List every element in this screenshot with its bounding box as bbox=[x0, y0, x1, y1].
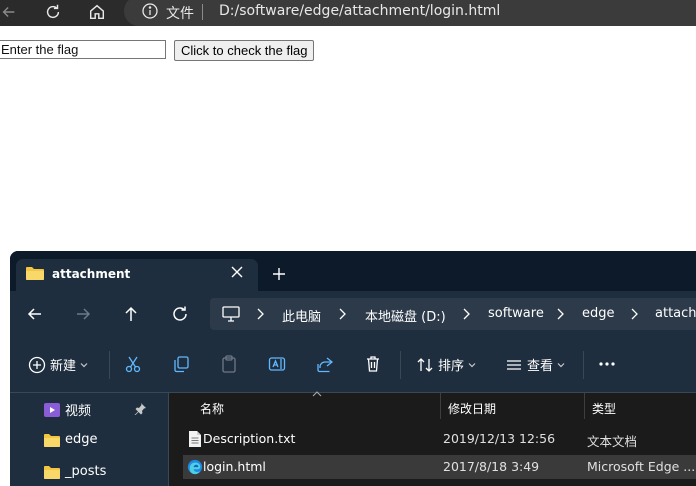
monitor-icon bbox=[222, 306, 240, 322]
clipboard-icon bbox=[222, 355, 236, 373]
copy-button[interactable] bbox=[172, 355, 190, 373]
breadcrumb-item-software[interactable]: software bbox=[488, 306, 544, 321]
chevron-up-icon bbox=[312, 391, 322, 397]
chevron-right-icon bbox=[339, 308, 346, 320]
sort-icon bbox=[417, 357, 433, 372]
pin-icon[interactable] bbox=[134, 403, 146, 415]
column-header-type[interactable]: 类型 bbox=[592, 400, 616, 417]
breadcrumb-item-edge[interactable]: edge bbox=[582, 306, 615, 321]
file-explorer-window: attachment 此电脑 本地磁盘 (D:) software edge a… bbox=[10, 251, 696, 486]
chevron-right-icon bbox=[631, 308, 638, 320]
refresh-icon bbox=[46, 4, 60, 19]
explorer-tab-strip: attachment bbox=[10, 251, 696, 291]
new-label: 新建 bbox=[50, 359, 77, 374]
refresh-button[interactable] bbox=[40, 0, 66, 24]
explorer-nav-row: 此电脑 本地磁盘 (D:) software edge attachment bbox=[10, 291, 696, 337]
more-horizontal-icon bbox=[599, 362, 615, 366]
chevron-right-icon bbox=[557, 308, 564, 320]
navigation-pane: 视频 edge _posts bbox=[10, 393, 168, 486]
file-type: Microsoft Edge ... bbox=[587, 459, 696, 474]
sort-button[interactable]: 排序 bbox=[416, 355, 476, 374]
nav-item-posts[interactable]: _posts bbox=[44, 464, 106, 479]
flag-input[interactable] bbox=[0, 40, 166, 59]
refresh-icon[interactable] bbox=[171, 305, 189, 323]
edge-html-icon bbox=[187, 459, 203, 475]
scissors-icon bbox=[125, 356, 141, 373]
address-divider bbox=[202, 4, 203, 20]
command-divider bbox=[109, 351, 110, 379]
video-folder-icon bbox=[44, 402, 60, 417]
close-icon[interactable] bbox=[230, 265, 244, 279]
more-options-button[interactable] bbox=[598, 355, 616, 373]
folder-icon bbox=[26, 267, 44, 280]
back-arrow-icon[interactable] bbox=[26, 305, 44, 323]
file-type: 文本文档 bbox=[587, 434, 638, 449]
list-view-icon bbox=[507, 359, 521, 370]
back-button[interactable] bbox=[0, 0, 22, 24]
new-button[interactable]: 新建 bbox=[28, 355, 88, 374]
chevron-down-icon bbox=[468, 362, 476, 367]
column-header-name[interactable]: 名称 bbox=[200, 400, 224, 417]
file-name: Description.txt bbox=[203, 431, 296, 446]
home-button[interactable] bbox=[84, 0, 110, 24]
command-divider bbox=[583, 351, 584, 379]
nav-item-label: 视频 bbox=[65, 404, 92, 419]
chevron-right-icon bbox=[463, 308, 470, 320]
breadcrumb-item-this-pc[interactable]: 此电脑 bbox=[282, 306, 321, 325]
folder-icon bbox=[44, 433, 60, 447]
chevron-down-icon bbox=[557, 362, 565, 367]
file-name: login.html bbox=[203, 459, 266, 474]
file-row-description[interactable]: Description.txt 2019/12/13 12:56 文本文档 bbox=[183, 427, 696, 451]
address-url[interactable]: D:/software/edge/attachment/login.html bbox=[219, 3, 500, 19]
share-icon bbox=[317, 357, 334, 373]
sort-label: 排序 bbox=[438, 359, 465, 374]
forward-arrow-icon[interactable] bbox=[74, 305, 92, 323]
file-row-login[interactable]: login.html 2017/8/18 3:49 Microsoft Edge… bbox=[183, 455, 696, 479]
share-button[interactable] bbox=[316, 355, 334, 373]
tab-attachment[interactable]: attachment bbox=[16, 259, 258, 291]
file-list: 名称 修改日期 类型 Description.txt 2019/12/13 12… bbox=[169, 391, 696, 486]
nav-item-videos[interactable]: 视频 bbox=[44, 400, 91, 419]
view-label: 查看 bbox=[527, 359, 554, 374]
view-button[interactable]: 查看 bbox=[505, 355, 565, 374]
text-file-icon bbox=[189, 431, 201, 447]
trash-icon bbox=[367, 356, 379, 372]
rename-icon bbox=[268, 357, 286, 371]
nav-item-edge[interactable]: edge bbox=[44, 432, 98, 447]
plus-icon[interactable] bbox=[272, 267, 286, 281]
explorer-command-bar: 新建 排序 查看 bbox=[10, 337, 696, 393]
delete-button[interactable] bbox=[364, 355, 382, 373]
browser-toolbar: 文件 D:/software/edge/attachment/login.htm… bbox=[0, 0, 696, 26]
up-arrow-icon[interactable] bbox=[122, 305, 140, 323]
tab-title: attachment bbox=[52, 267, 131, 281]
rename-button[interactable] bbox=[268, 355, 286, 373]
chevron-down-icon bbox=[80, 362, 88, 367]
column-divider[interactable] bbox=[440, 393, 441, 419]
nav-item-label: edge bbox=[65, 432, 98, 447]
check-flag-button[interactable]: Click to check the flag bbox=[174, 40, 315, 61]
breadcrumb-item-attachment[interactable]: attachment bbox=[655, 306, 696, 321]
breadcrumb[interactable]: 此电脑 本地磁盘 (D:) software edge attachment bbox=[210, 298, 696, 330]
info-icon[interactable] bbox=[142, 3, 158, 19]
column-header-modified[interactable]: 修改日期 bbox=[448, 400, 496, 417]
cut-button[interactable] bbox=[124, 355, 142, 373]
copy-icon bbox=[174, 356, 189, 373]
plus-circle-icon bbox=[28, 356, 46, 373]
column-divider[interactable] bbox=[584, 393, 585, 419]
nav-item-label: _posts bbox=[65, 464, 107, 479]
folder-icon bbox=[44, 465, 60, 479]
command-divider bbox=[400, 351, 401, 379]
address-scheme-label: 文件 bbox=[166, 6, 194, 22]
breadcrumb-item-local-disk[interactable]: 本地磁盘 (D:) bbox=[365, 306, 446, 325]
home-icon bbox=[89, 4, 105, 20]
paste-button[interactable] bbox=[220, 355, 238, 373]
file-modified: 2019/12/13 12:56 bbox=[443, 431, 556, 446]
file-modified: 2017/8/18 3:49 bbox=[443, 459, 540, 474]
chevron-right-icon bbox=[257, 308, 264, 320]
arrow-left-icon bbox=[2, 6, 15, 18]
